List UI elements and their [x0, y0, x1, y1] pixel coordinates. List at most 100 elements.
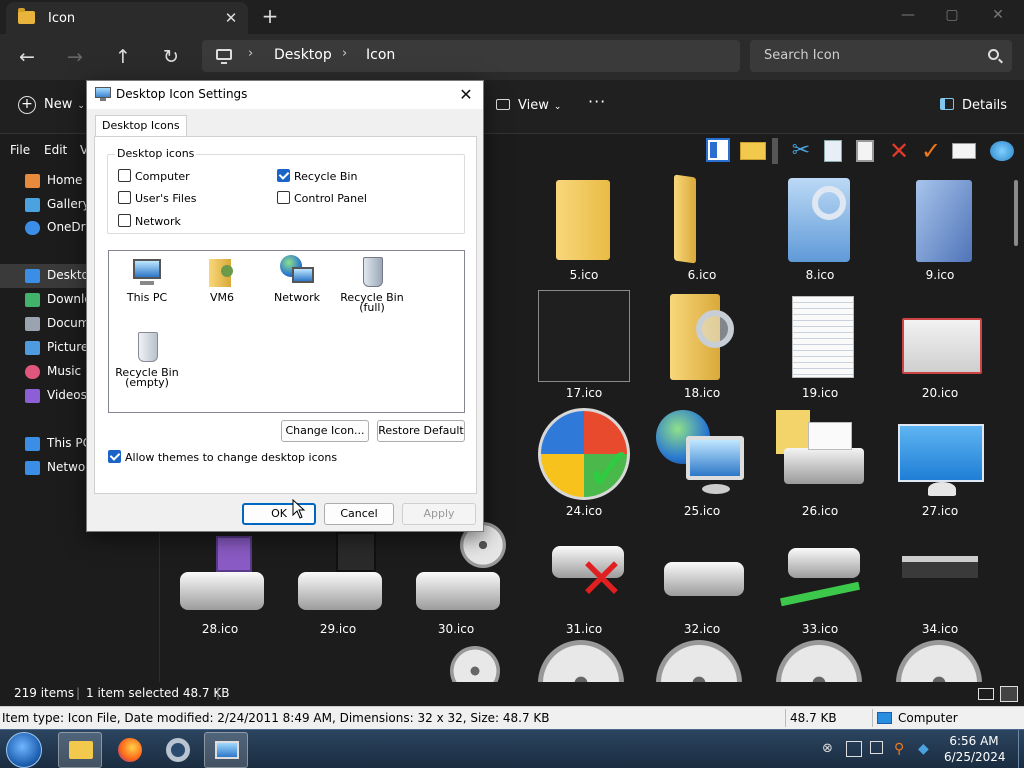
start-button[interactable]: [6, 732, 42, 768]
checkbox-label: Allow themes to change desktop icons: [125, 451, 338, 464]
floppy-drive-icon: [292, 526, 384, 618]
menu-edit[interactable]: Edit: [44, 143, 67, 157]
vertical-scrollbar[interactable]: [1014, 180, 1018, 246]
details-button[interactable]: Details: [940, 98, 1007, 113]
back-button[interactable]: ←: [12, 43, 42, 71]
check-icon[interactable]: ✓: [918, 138, 944, 164]
file-item[interactable]: 27.ico: [888, 404, 992, 519]
chevron-down-icon: ⌄: [553, 102, 562, 112]
menu-file[interactable]: File: [10, 143, 30, 157]
envelope-icon: [894, 290, 986, 382]
layout-icon[interactable]: [706, 138, 730, 162]
file-item[interactable]: 33.ico: [768, 522, 872, 637]
search-icon[interactable]: [988, 49, 999, 60]
file-name: 33.ico: [801, 622, 839, 636]
breadcrumb-desktop[interactable]: Desktop: [274, 47, 332, 63]
paste-icon[interactable]: [856, 140, 874, 162]
search-input[interactable]: Search Icon: [764, 48, 840, 63]
new-button[interactable]: + New ⌄: [18, 96, 85, 118]
group-label: Desktop icons: [115, 147, 197, 160]
checkbox-control-panel[interactable]: Control Panel: [277, 191, 367, 207]
file-item[interactable]: 8.ico: [768, 168, 872, 283]
checkbox-users-files[interactable]: User's Files: [118, 191, 196, 207]
copy-icon[interactable]: [824, 140, 842, 162]
file-name: 28.ico: [201, 622, 239, 636]
file-item[interactable]: 26.ico: [768, 404, 872, 519]
file-item[interactable]: 25.ico: [650, 404, 754, 519]
change-icon-button[interactable]: Change Icon...: [281, 420, 369, 442]
search-tray-icon[interactable]: ⚲: [894, 741, 910, 757]
refresh-button[interactable]: ↻: [156, 43, 186, 71]
search-box[interactable]: Search Icon: [750, 40, 1012, 72]
tile-view-icon[interactable]: [1000, 686, 1018, 702]
folder-open-icon[interactable]: [740, 142, 766, 160]
file-item[interactable]: 19.ico: [768, 286, 872, 401]
cut-icon[interactable]: ✂: [788, 138, 814, 164]
nav-label: Docum: [47, 316, 90, 330]
cd-icon: [538, 640, 624, 682]
file-name: 30.ico: [437, 622, 475, 636]
minimize-button[interactable]: —: [886, 4, 930, 28]
dialog-title-bar: Desktop Icon Settings ✕: [87, 81, 483, 109]
file-item[interactable]: 28.ico: [168, 522, 272, 637]
taskbar-settings[interactable]: [156, 732, 200, 768]
cancel-button[interactable]: Cancel: [324, 503, 394, 525]
document-icon: [25, 317, 40, 331]
apply-button[interactable]: Apply: [402, 503, 476, 525]
file-item[interactable]: 20.ico: [888, 286, 992, 401]
view-button[interactable]: View ⌄: [496, 98, 561, 113]
custom-toolbar: ✂ ✕ ✓: [700, 136, 1024, 166]
clock[interactable]: 6:56 AM 6/25/2024: [944, 733, 1006, 765]
icon-item-vm6[interactable]: VM6: [182, 253, 262, 323]
explorer-tab[interactable]: Icon ✕: [6, 2, 248, 34]
tab-desktop-icons[interactable]: Desktop Icons: [95, 115, 187, 137]
up-button[interactable]: ↑: [108, 43, 138, 71]
file-item[interactable]: 34.ico: [888, 522, 992, 637]
file-item[interactable]: 30.ico: [404, 522, 508, 637]
file-item[interactable]: 9.ico: [888, 168, 992, 283]
file-item[interactable]: 29.ico: [286, 522, 390, 637]
file-item-selected[interactable]: 17.ico: [532, 286, 636, 401]
dialog-close-button[interactable]: ✕: [455, 84, 477, 106]
file-item[interactable]: 18.ico: [650, 286, 754, 401]
taskbar-firefox[interactable]: [108, 732, 152, 768]
delete-icon[interactable]: ✕: [886, 138, 912, 164]
status-bar: Item type: Icon File, Date modified: 2/2…: [0, 706, 1024, 729]
close-window-button[interactable]: ✕: [976, 4, 1020, 28]
breadcrumb-icon-folder[interactable]: Icon: [366, 47, 395, 63]
address-bar[interactable]: › Desktop › Icon: [202, 40, 740, 72]
clock-date: 6/25/2024: [944, 750, 1006, 764]
file-item[interactable]: 32.ico: [650, 522, 754, 637]
icon-item-recycle-bin-empty[interactable]: Recycle Bin (empty): [107, 328, 187, 398]
restore-default-button[interactable]: Restore Default: [377, 420, 465, 442]
maximize-button[interactable]: ▢: [930, 4, 974, 28]
icon-item-recycle-bin-full[interactable]: Recycle Bin (full): [332, 253, 412, 323]
screen-icon[interactable]: [846, 741, 862, 757]
file-name: 6.ico: [687, 268, 717, 282]
more-options-button[interactable]: ···: [588, 92, 606, 111]
checkbox-network[interactable]: Network: [118, 214, 181, 230]
icon-item-this-pc[interactable]: This PC: [107, 253, 187, 323]
forward-button[interactable]: →: [60, 43, 90, 71]
file-item[interactable]: 5.ico: [532, 168, 636, 283]
network-status-icon[interactable]: ⊗: [822, 741, 838, 757]
list-view-icon[interactable]: [978, 688, 994, 700]
tab-close-button[interactable]: ✕: [220, 7, 242, 29]
details-label: Details: [962, 98, 1008, 113]
rename-icon[interactable]: [952, 143, 976, 159]
checkbox-allow-themes[interactable]: Allow themes to change desktop icons: [108, 450, 337, 466]
icon-label: VM6: [209, 291, 234, 304]
file-item[interactable]: ✓ 24.ico: [532, 404, 636, 519]
new-tab-button[interactable]: +: [258, 5, 282, 29]
show-desktop-button[interactable]: [1018, 730, 1024, 768]
windows-icon[interactable]: [870, 741, 883, 754]
icon-item-network[interactable]: Network: [257, 253, 337, 323]
file-item[interactable]: ✕ 31.ico: [532, 522, 636, 637]
taskbar-explorer[interactable]: [58, 732, 102, 768]
file-item[interactable]: 6.ico: [650, 168, 754, 283]
shield-icon[interactable]: ◆: [918, 741, 934, 757]
checkbox-computer[interactable]: Computer: [118, 169, 190, 185]
checkbox-recycle-bin[interactable]: Recycle Bin: [277, 169, 357, 185]
globe-icon[interactable]: [990, 141, 1014, 161]
taskbar-desktop-icon-settings[interactable]: [204, 732, 248, 768]
